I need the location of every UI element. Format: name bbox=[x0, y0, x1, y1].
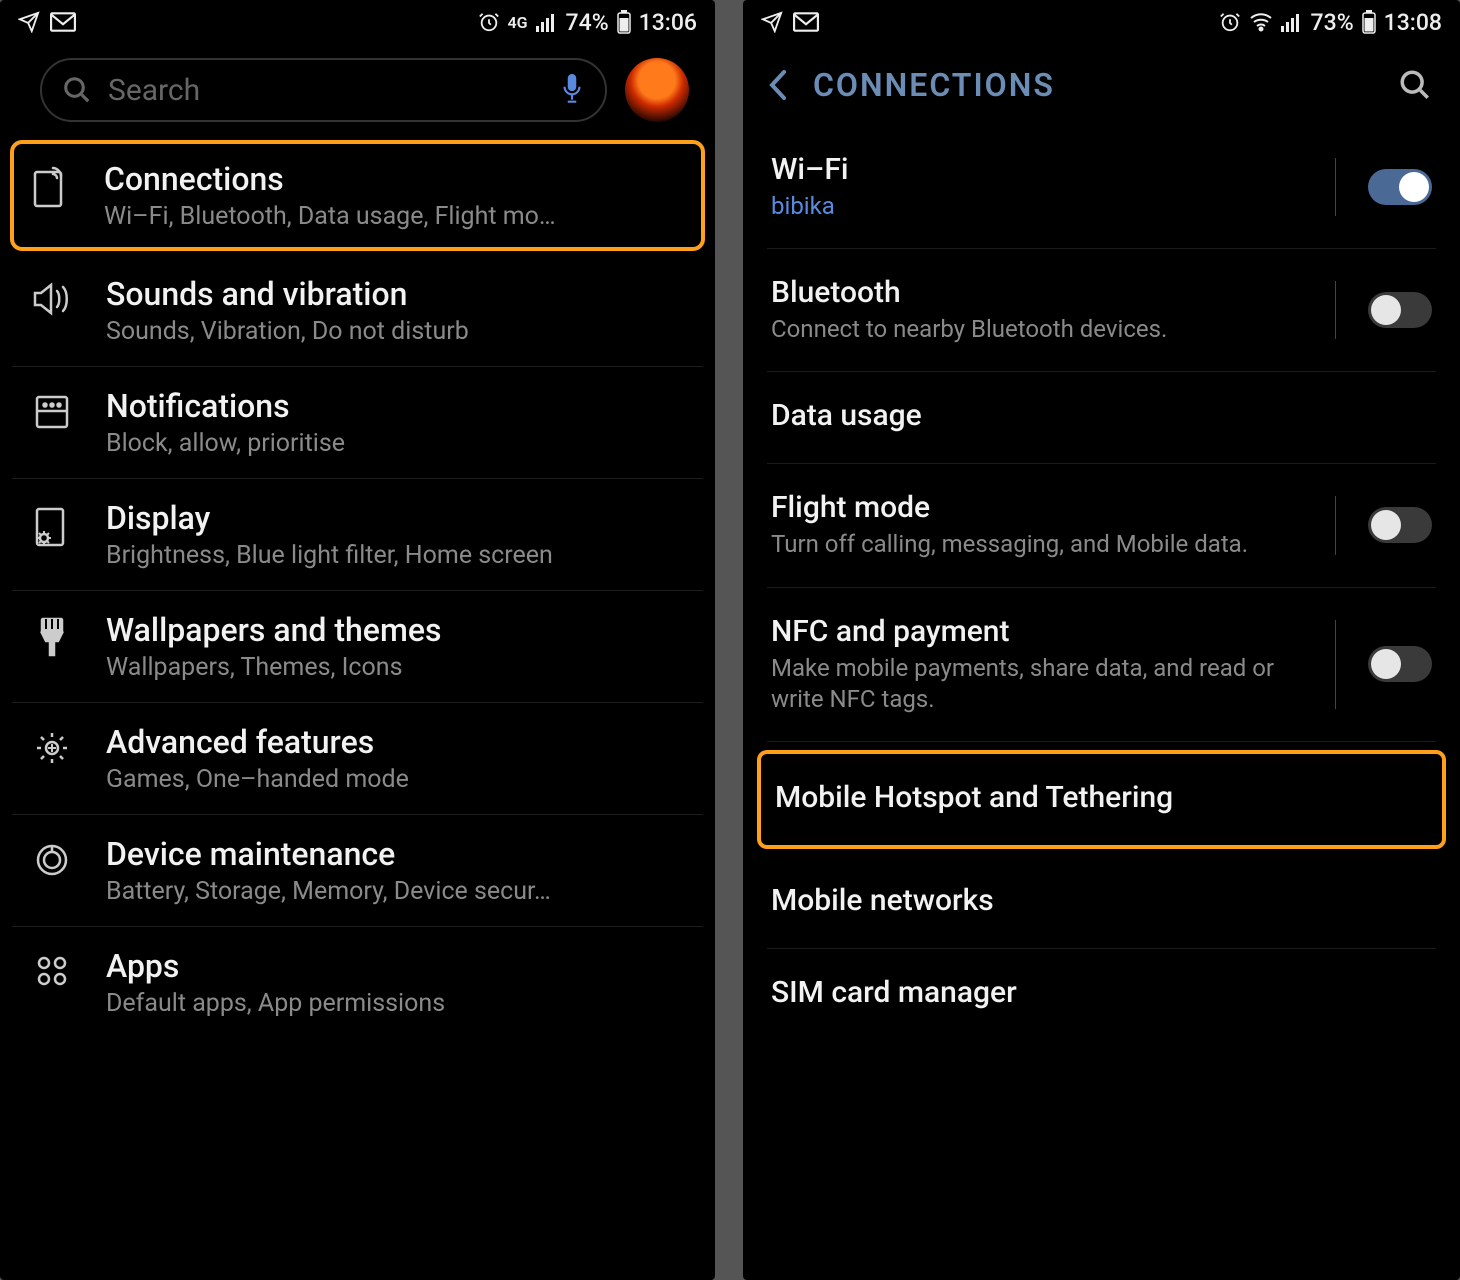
row-title: Flight mode bbox=[771, 490, 1311, 525]
settings-screen: 4G 74% 13:06 Search bbox=[0, 0, 715, 1280]
item-sub: Wallpapers, Themes, Icons bbox=[106, 653, 693, 682]
item-sub: Default apps, App permissions bbox=[106, 989, 693, 1018]
divider bbox=[1335, 496, 1336, 554]
gmail-icon bbox=[50, 12, 76, 32]
row-sub: Make mobile payments, share data, and re… bbox=[771, 653, 1311, 715]
sound-icon bbox=[22, 275, 82, 317]
row-sub: Connect to nearby Bluetooth devices. bbox=[771, 314, 1311, 345]
row-bluetooth[interactable]: Bluetooth Connect to nearby Bluetooth de… bbox=[767, 249, 1436, 372]
signal-icon bbox=[1281, 12, 1303, 32]
connections-icon bbox=[20, 160, 80, 210]
back-button[interactable] bbox=[767, 68, 789, 102]
apps-icon bbox=[22, 947, 82, 989]
battery-icon bbox=[1362, 10, 1376, 34]
battery-icon bbox=[617, 10, 631, 34]
divider bbox=[1335, 158, 1336, 216]
search-input[interactable]: Search bbox=[40, 58, 607, 122]
row-title: Mobile Hotspot and Tethering bbox=[775, 780, 1428, 815]
item-sounds[interactable]: Sounds and vibration Sounds, Vibration, … bbox=[12, 255, 703, 367]
item-advanced[interactable]: Advanced features Games, One–handed mode bbox=[12, 703, 703, 815]
row-title: Wi–Fi bbox=[771, 152, 1311, 187]
network-type: 4G bbox=[508, 13, 528, 32]
gmail-icon bbox=[793, 12, 819, 32]
item-sub: Block, allow, prioritise bbox=[106, 429, 693, 458]
item-sub: Sounds, Vibration, Do not disturb bbox=[106, 317, 693, 346]
clock: 13:08 bbox=[1384, 9, 1442, 36]
search-row: Search bbox=[0, 44, 715, 136]
item-apps[interactable]: Apps Default apps, App permissions bbox=[12, 927, 703, 1038]
row-title: NFC and payment bbox=[771, 614, 1311, 649]
row-hotspot[interactable]: Mobile Hotspot and Tethering bbox=[757, 750, 1446, 849]
item-sub: Battery, Storage, Memory, Device secur… bbox=[106, 877, 693, 906]
row-sim-manager[interactable]: SIM card manager bbox=[767, 949, 1436, 1040]
item-wallpapers[interactable]: Wallpapers and themes Wallpapers, Themes… bbox=[12, 591, 703, 703]
connections-list: Wi–Fi bibika Bluetooth Connect to nearby… bbox=[743, 126, 1460, 1040]
item-sub: Brightness, Blue light filter, Home scre… bbox=[106, 541, 693, 570]
notifications-icon bbox=[22, 387, 82, 431]
row-sub: bibika bbox=[771, 191, 1311, 222]
item-title: Notifications bbox=[106, 387, 693, 425]
flight-toggle[interactable] bbox=[1368, 507, 1432, 543]
row-flight-mode[interactable]: Flight mode Turn off calling, messaging,… bbox=[767, 464, 1436, 587]
status-bar: 4G 74% 13:06 bbox=[0, 0, 715, 44]
row-title: SIM card manager bbox=[771, 975, 1432, 1010]
row-title: Bluetooth bbox=[771, 275, 1311, 310]
profile-avatar[interactable] bbox=[625, 58, 689, 122]
item-title: Apps bbox=[106, 947, 693, 985]
item-sub: Games, One–handed mode bbox=[106, 765, 693, 794]
wifi-icon bbox=[1249, 12, 1273, 32]
telegram-icon bbox=[761, 11, 783, 33]
divider bbox=[1335, 281, 1336, 339]
row-wifi[interactable]: Wi–Fi bibika bbox=[767, 126, 1436, 249]
header-title: CONNECTIONS bbox=[813, 66, 1055, 104]
row-mobile-networks[interactable]: Mobile networks bbox=[767, 857, 1436, 949]
row-data-usage[interactable]: Data usage bbox=[767, 372, 1436, 464]
mic-icon[interactable] bbox=[559, 74, 585, 106]
row-title: Mobile networks bbox=[771, 883, 1432, 918]
nfc-toggle[interactable] bbox=[1368, 646, 1432, 682]
bluetooth-toggle[interactable] bbox=[1368, 292, 1432, 328]
item-maintenance[interactable]: Device maintenance Battery, Storage, Mem… bbox=[12, 815, 703, 927]
settings-list: Connections Wi–Fi, Bluetooth, Data usage… bbox=[0, 140, 715, 1038]
battery-pct: 73% bbox=[1311, 9, 1354, 36]
item-display[interactable]: Display Brightness, Blue light filter, H… bbox=[12, 479, 703, 591]
status-bar: 73% 13:08 bbox=[743, 0, 1460, 44]
maintenance-icon bbox=[22, 835, 82, 879]
item-title: Connections bbox=[104, 160, 695, 198]
header: CONNECTIONS bbox=[743, 44, 1460, 126]
signal-icon bbox=[536, 12, 558, 32]
item-title: Device maintenance bbox=[106, 835, 693, 873]
alarm-icon bbox=[478, 11, 500, 33]
divider bbox=[1335, 620, 1336, 709]
item-title: Advanced features bbox=[106, 723, 693, 761]
alarm-icon bbox=[1219, 11, 1241, 33]
search-icon bbox=[62, 75, 92, 105]
battery-pct: 74% bbox=[566, 9, 609, 36]
item-notifications[interactable]: Notifications Block, allow, prioritise bbox=[12, 367, 703, 479]
gear-icon bbox=[22, 723, 82, 767]
connections-screen: 73% 13:08 CONNECTIONS Wi–Fi bibika Blue bbox=[743, 0, 1460, 1280]
row-title: Data usage bbox=[771, 398, 1432, 433]
search-placeholder: Search bbox=[108, 73, 200, 108]
clock: 13:06 bbox=[639, 9, 697, 36]
wifi-toggle[interactable] bbox=[1368, 169, 1432, 205]
item-title: Sounds and vibration bbox=[106, 275, 693, 313]
row-nfc[interactable]: NFC and payment Make mobile payments, sh… bbox=[767, 588, 1436, 742]
display-icon bbox=[22, 499, 82, 549]
item-connections[interactable]: Connections Wi–Fi, Bluetooth, Data usage… bbox=[10, 140, 705, 251]
row-sub: Turn off calling, messaging, and Mobile … bbox=[771, 529, 1311, 560]
telegram-icon bbox=[18, 11, 40, 33]
item-title: Wallpapers and themes bbox=[106, 611, 693, 649]
brush-icon bbox=[22, 611, 82, 657]
item-sub: Wi–Fi, Bluetooth, Data usage, Flight mo… bbox=[104, 202, 695, 231]
item-title: Display bbox=[106, 499, 693, 537]
search-button[interactable] bbox=[1398, 68, 1432, 102]
